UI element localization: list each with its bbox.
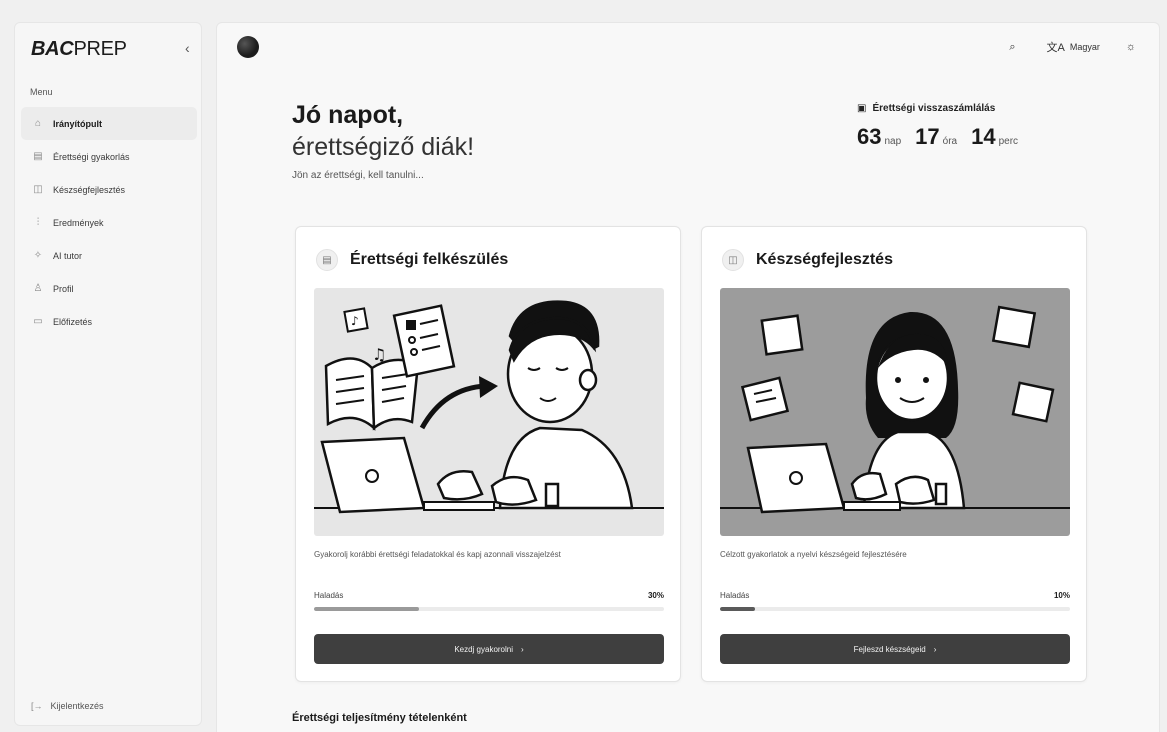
progress-label: Haladás xyxy=(314,591,344,600)
countdown-minutes-unit: perc xyxy=(998,136,1019,147)
topbar-actions: ⌕ 文A Magyar ☼ xyxy=(983,39,1141,55)
theme-toggle[interactable]: ☼ xyxy=(1126,41,1141,53)
brand-bold: BAC xyxy=(31,38,74,60)
document-icon: ▤ xyxy=(316,249,338,271)
start-practice-button[interactable]: Kezdj gyakorolni › xyxy=(314,634,664,664)
svg-text:♫: ♫ xyxy=(372,345,386,364)
button-label: Kezdj gyakorolni xyxy=(454,644,514,654)
skills-card: ◫ Készségfejlesztés Célzott gyakorlatok … xyxy=(701,226,1087,682)
user-icon: ♙ xyxy=(33,283,43,294)
logout-icon: [→ xyxy=(31,701,43,711)
greeting-title: Jó napot, xyxy=(292,101,404,129)
sidebar-item-label: Eredmények xyxy=(53,217,104,228)
progress-percent: 30% xyxy=(647,591,664,600)
sidebar: BACPREP ‹ Menu ⌂ Irányítópult ▤ Érettség… xyxy=(14,22,202,726)
student-studying-illustration: ♪ ♫ xyxy=(314,288,664,536)
sidebar-item-ai-tutor[interactable]: ✧ AI tutor xyxy=(21,239,197,272)
language-label: Magyar xyxy=(1069,42,1100,52)
countdown-values: 63 nap 17 óra 14 perc xyxy=(857,124,1097,150)
progress-bar-fill xyxy=(720,607,755,611)
book-icon: ◫ xyxy=(33,184,43,195)
button-label: Fejleszd készségeid xyxy=(853,644,926,654)
card-title: Érettségi felkészülés xyxy=(350,251,509,268)
logout-label: Kijelentkezés xyxy=(50,701,104,711)
greeting-name: érettségiző diák! xyxy=(292,133,475,161)
progress-percent: 10% xyxy=(1053,591,1070,600)
sidebar-item-results[interactable]: ⫶ Eredmények xyxy=(21,206,197,239)
sidebar-item-profile[interactable]: ♙ Profil xyxy=(21,272,197,305)
sidebar-item-label: Profil xyxy=(53,283,74,294)
exam-countdown: ▣ Érettségi visszaszámlálás 63 nap 17 ór… xyxy=(857,103,1097,150)
countdown-title: ▣ Érettségi visszaszámlálás xyxy=(857,103,1097,114)
sidebar-item-subscription[interactable]: ▭ Előfizetés xyxy=(21,305,197,338)
sidebar-item-label: Irányítópult xyxy=(53,118,102,129)
main-content: ⌕ 文A Magyar ☼ Jó napot, érettségiző diák… xyxy=(216,22,1160,732)
brand-logo[interactable]: BACPREP xyxy=(31,38,127,61)
avatar[interactable] xyxy=(237,36,259,58)
sidebar-item-label: Készségfejlesztés xyxy=(53,184,126,195)
develop-skills-button[interactable]: Fejleszd készségeid › xyxy=(720,634,1070,664)
card-description: Gyakorolj korábbi érettségi feladatokkal… xyxy=(314,550,561,559)
book-icon: ◫ xyxy=(722,249,744,271)
section-title: Érettségi teljesítmény tételenként xyxy=(292,712,467,724)
countdown-hours-unit: óra xyxy=(942,136,958,147)
document-icon: ▤ xyxy=(33,151,43,162)
language-selector[interactable]: 文A Magyar xyxy=(1047,39,1100,55)
countdown-days-unit: nap xyxy=(884,136,902,147)
sidebar-item-label: Érettségi gyakorlás xyxy=(53,151,130,162)
sun-icon: ☼ xyxy=(1125,41,1136,53)
search-button[interactable]: ⌕ xyxy=(1009,41,1020,54)
exam-prep-card: ▤ Érettségi felkészülés ♪ ♫ Gyakorolj ko… xyxy=(295,226,681,682)
greeting-subtitle: Jön az érettségi, kell tanulni... xyxy=(292,170,424,181)
credit-card-icon: ▭ xyxy=(33,316,43,327)
sparkles-icon: ✧ xyxy=(33,250,43,261)
progress-row: Haladás 10% xyxy=(720,591,1070,600)
progress-row: Haladás 30% xyxy=(314,591,664,600)
countdown-title-text: Érettségi visszaszámlálás xyxy=(872,103,996,114)
bar-chart-icon: ⫶ xyxy=(36,217,40,228)
chevron-right-icon: › xyxy=(933,644,937,654)
calendar-icon: ▣ xyxy=(857,103,867,114)
translate-icon: 文A xyxy=(1046,42,1065,54)
logout-button[interactable]: [→ Kijelentkezés xyxy=(31,701,104,711)
progress-bar xyxy=(720,607,1070,611)
card-description: Célzott gyakorlatok a nyelvi készségeid … xyxy=(720,550,907,559)
girl-studying-illustration xyxy=(720,288,1070,536)
sidebar-item-exam-practice[interactable]: ▤ Érettségi gyakorlás xyxy=(21,140,197,173)
svg-text:♪: ♪ xyxy=(351,314,359,328)
search-icon: ⌕ xyxy=(1009,40,1016,53)
countdown-minutes: 14 xyxy=(971,124,996,149)
sidebar-item-skills[interactable]: ◫ Készségfejlesztés xyxy=(21,173,197,206)
progress-bar xyxy=(314,607,664,611)
sidebar-nav: ⌂ Irányítópult ▤ Érettségi gyakorlás ◫ K… xyxy=(21,107,197,338)
sidebar-item-dashboard[interactable]: ⌂ Irányítópult xyxy=(21,107,197,140)
brand-regular: PREP xyxy=(73,38,127,60)
chevron-left-icon: ‹ xyxy=(185,40,190,56)
collapse-sidebar-button[interactable]: ‹ xyxy=(185,40,190,56)
home-icon: ⌂ xyxy=(34,118,42,129)
chevron-right-icon: › xyxy=(521,644,524,654)
countdown-hours: 17 xyxy=(915,124,940,149)
progress-bar-fill xyxy=(314,607,419,611)
card-header: ◫ Készségfejlesztés xyxy=(722,249,893,271)
sidebar-item-label: AI tutor xyxy=(53,250,83,261)
progress-label: Haladás xyxy=(720,591,750,600)
sidebar-item-label: Előfizetés xyxy=(53,316,93,327)
countdown-days: 63 xyxy=(857,124,882,149)
card-title: Készségfejlesztés xyxy=(756,251,893,268)
menu-heading: Menu xyxy=(30,87,53,97)
card-header: ▤ Érettségi felkészülés xyxy=(316,249,508,271)
